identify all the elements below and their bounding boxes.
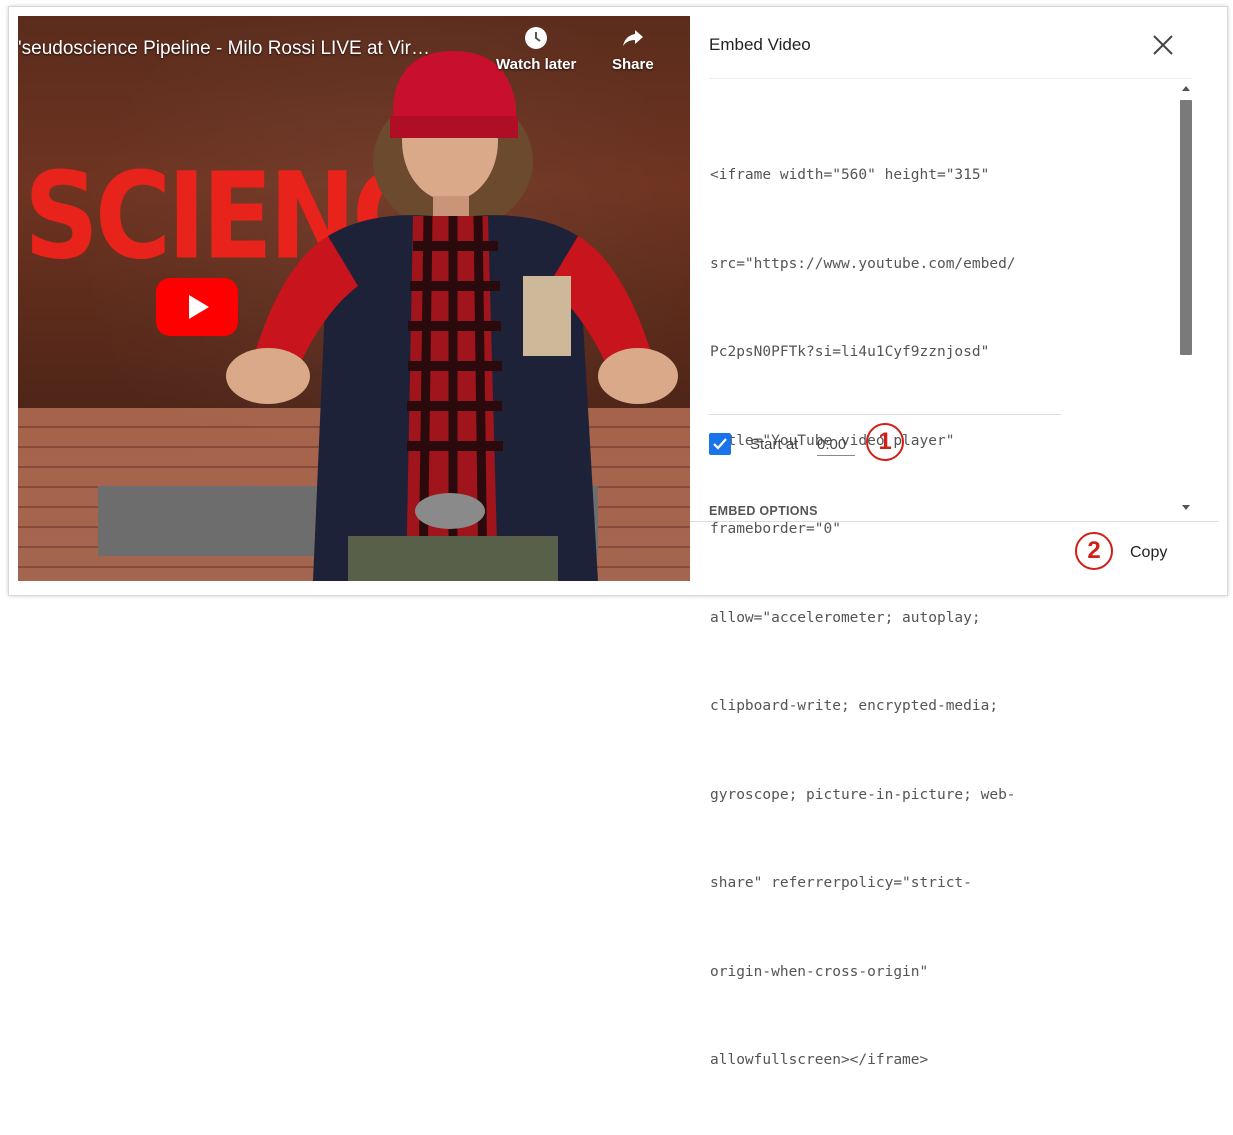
scroll-down-arrow-icon[interactable] [1182, 505, 1190, 510]
code-line: share" referrerpolicy="strict- [710, 875, 972, 891]
code-line: src="https://www.youtube.com/embed/ [710, 255, 1016, 272]
start-at-checkbox[interactable] [709, 433, 731, 455]
code-line: allowfullscreen></iframe> [710, 1052, 929, 1068]
annotation-marker-1: 1 [866, 423, 904, 461]
video-preview[interactable]: SCIENCE 'seudoscience Pipeline - Milo Ro… [18, 16, 690, 581]
embed-panel: Embed Video <iframe width="560" height="… [690, 16, 1218, 1068]
code-underline [709, 414, 1061, 415]
copy-button[interactable]: Copy [1130, 544, 1167, 562]
share-arrow-icon [622, 30, 643, 46]
annotation-marker-2: 2 [1075, 532, 1113, 570]
clock-icon [525, 27, 548, 49]
share-button[interactable]: Share [612, 26, 654, 73]
checkmark-icon [713, 438, 727, 450]
embed-code-textarea[interactable]: <iframe width="560" height="315" src="ht… [710, 102, 1060, 1135]
start-at-time-input[interactable] [817, 436, 855, 456]
play-button[interactable] [156, 278, 238, 336]
code-line: frameborder="0" [710, 521, 841, 537]
video-title[interactable]: 'seudoscience Pipeline - Milo Rossi LIVE… [18, 38, 430, 60]
scroll-up-arrow-icon[interactable] [1182, 86, 1190, 91]
scrollbar-thumb[interactable] [1180, 100, 1192, 355]
code-line: <iframe width="560" height="315" [710, 167, 990, 183]
start-at-label: Start at [750, 436, 799, 453]
code-line: origin-when-cross-origin" [710, 963, 929, 980]
presenter-figure [226, 51, 678, 581]
footer-divider [690, 521, 1218, 522]
code-line: clipboard-write; encrypted-media; [710, 698, 999, 714]
header-divider [709, 78, 1192, 79]
watch-later-label: Watch later [496, 56, 577, 73]
code-line: allow="accelerometer; autoplay; [710, 609, 981, 626]
code-line: gyroscope; picture-in-picture; web- [710, 786, 1016, 803]
close-icon[interactable] [1148, 30, 1178, 60]
code-line: Pc2psN0PFTk?si=li4u1Cyf9zznjosd" [710, 344, 990, 360]
embed-options-header[interactable]: EMBED OPTIONS [709, 504, 818, 518]
share-label: Share [612, 56, 654, 73]
panel-title: Embed Video [709, 35, 811, 54]
watch-later-button[interactable]: Watch later [496, 26, 576, 73]
